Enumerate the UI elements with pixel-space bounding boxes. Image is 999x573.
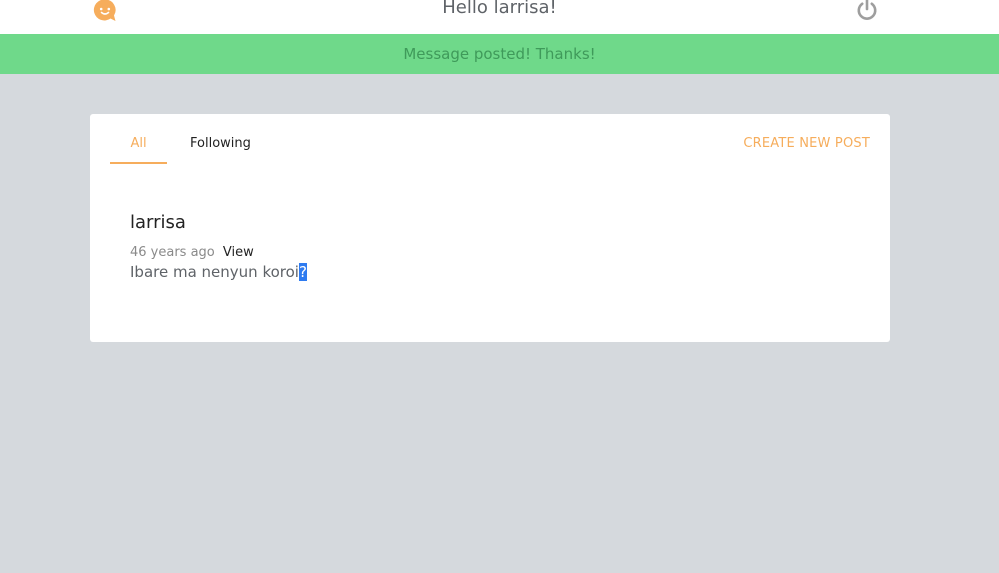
greeting-title: Hello larrisa! xyxy=(442,0,557,18)
post-body: Ibare ma nenyun koroi? xyxy=(130,263,307,281)
post-timestamp: 46 years ago xyxy=(130,245,215,260)
post-author: larrisa xyxy=(130,212,186,233)
tab-all[interactable]: All xyxy=(110,136,167,164)
power-icon[interactable] xyxy=(855,0,879,22)
feed-card: All Following CREATE NEW POST larrisa 46… xyxy=(90,114,890,342)
top-bar: Hello larrisa! xyxy=(0,0,999,34)
create-new-post-button[interactable]: CREATE NEW POST xyxy=(743,136,870,151)
success-banner: Message posted! Thanks! xyxy=(0,34,999,74)
post-meta: 46 years ago View xyxy=(130,245,254,260)
tab-following[interactable]: Following xyxy=(190,136,251,164)
post-body-text: Ibare ma nenyun koroi xyxy=(130,263,299,281)
view-post-link[interactable]: View xyxy=(223,245,254,260)
selected-text: ? xyxy=(298,263,307,281)
